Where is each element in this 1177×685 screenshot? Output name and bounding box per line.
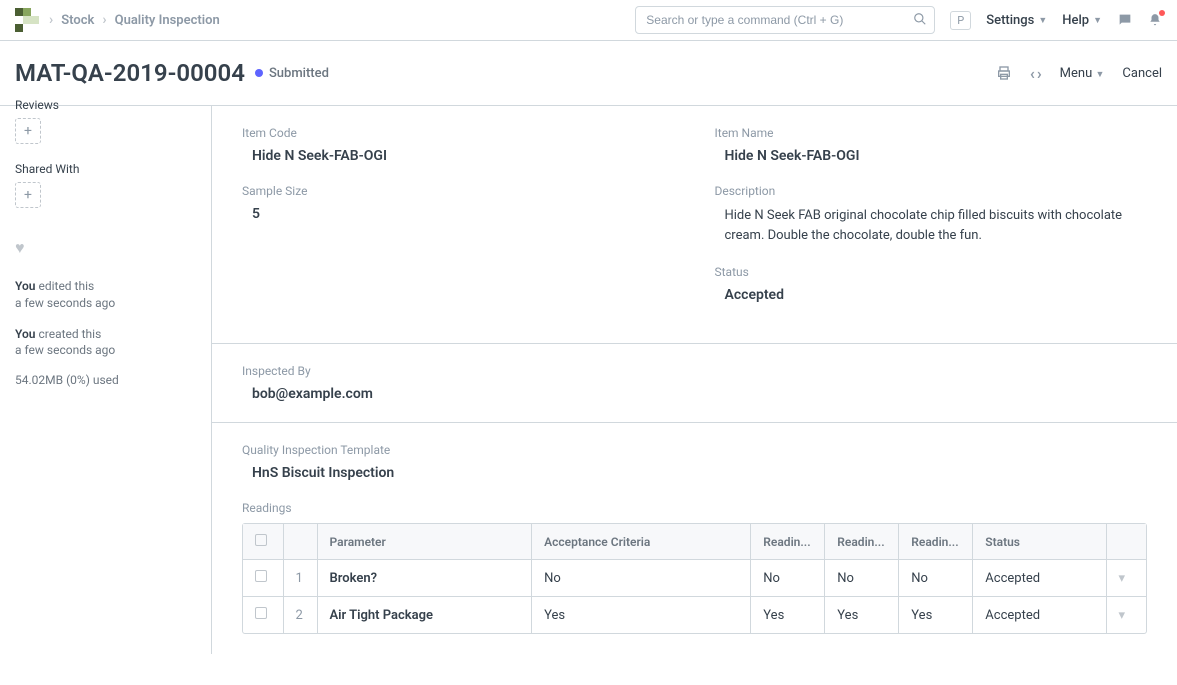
col-reading-1: Readin... [763,535,812,549]
inspected-by-value: bob@example.com [242,386,1147,402]
select-all-checkbox[interactable] [255,534,267,546]
description-label: Description [715,184,1148,198]
settings-menu[interactable]: Settings▼ [986,13,1047,28]
storage-usage: 54.02MB (0%) used [15,373,196,387]
row-checkbox[interactable] [255,607,267,619]
status-indicator-dot [255,69,263,77]
next-doc-icon[interactable]: › [1037,64,1042,83]
cancel-button[interactable]: Cancel [1122,66,1162,81]
cell-parameter: Broken? [317,560,532,597]
app-logo[interactable] [15,8,39,32]
col-parameter: Parameter [317,524,532,560]
row-menu-icon[interactable]: ▾ [1106,560,1146,597]
item-code-label: Item Code [242,126,675,140]
chevron-right-icon: › [102,12,106,28]
activity-entry: You edited this a few seconds ago [15,278,196,312]
menu-button[interactable]: Menu ▼ [1060,66,1105,81]
status-badge: Submitted [255,66,329,81]
reviews-label: Reviews [15,98,196,112]
inspected-by-label: Inspected By [242,364,1147,378]
cell-reading: Yes [751,597,825,634]
cell-reading: No [899,560,973,597]
col-reading-2: Readin... [837,535,886,549]
col-status: Status [973,524,1106,560]
template-label: Quality Inspection Template [242,443,1147,457]
add-share-button[interactable]: + [15,182,41,208]
caret-down-icon: ▼ [1096,70,1105,80]
keyboard-shortcut-badge[interactable]: P [950,11,971,30]
row-index: 1 [283,560,317,597]
status-field-label: Status [715,265,1148,279]
readings-label: Readings [242,501,1147,515]
item-name-value: Hide N Seek-FAB-OGI [715,148,1148,164]
row-checkbox[interactable] [255,570,267,582]
template-value: HnS Biscuit Inspection [242,465,1147,481]
cell-reading: Yes [899,597,973,634]
row-index: 2 [283,597,317,634]
cell-parameter: Air Tight Package [317,597,532,634]
search-input[interactable] [635,6,935,34]
breadcrumb: › Stock › Quality Inspection [49,12,220,28]
shared-with-label: Shared With [15,162,196,176]
page-title: MAT-QA-2019-00004 [15,59,245,87]
help-menu[interactable]: Help▼ [1062,13,1102,28]
sample-size-label: Sample Size [242,184,675,198]
prev-doc-icon[interactable]: ‹ [1030,64,1035,83]
cell-status: Accepted [973,560,1106,597]
chevron-right-icon: › [49,12,53,28]
notification-dot [1159,10,1165,16]
like-icon[interactable]: ♥ [15,238,196,258]
status-label: Submitted [269,66,329,81]
col-reading-3: Readin... [911,535,960,549]
add-review-button[interactable]: + [15,118,41,144]
table-row[interactable]: 2Air Tight PackageYesYesYesYesAccepted▾ [243,597,1146,634]
cell-status: Accepted [973,597,1106,634]
doc-nav: ‹ › [1030,64,1042,83]
description-value: Hide N Seek FAB original chocolate chip … [715,206,1148,245]
item-code-value: Hide N Seek-FAB-OGI [242,148,675,164]
caret-down-icon: ▼ [1093,15,1102,26]
cell-criteria: No [532,560,751,597]
readings-table: Parameter Acceptance Criteria Readin... … [243,524,1146,633]
table-row[interactable]: 1Broken?NoNoNoNoAccepted▾ [243,560,1146,597]
status-field-value: Accepted [715,287,1148,303]
caret-down-icon: ▼ [1038,15,1047,26]
cell-reading: Yes [825,597,899,634]
notifications-icon[interactable] [1148,12,1162,28]
breadcrumb-module[interactable]: Stock [61,13,94,28]
search-icon [913,12,927,26]
col-criteria: Acceptance Criteria [532,524,751,560]
row-menu-icon[interactable]: ▾ [1106,597,1146,634]
sample-size-value: 5 [242,206,675,222]
activity-entry: You created this a few seconds ago [15,326,196,360]
chat-icon[interactable] [1117,12,1133,28]
print-icon[interactable] [996,65,1012,81]
item-name-label: Item Name [715,126,1148,140]
breadcrumb-doctype[interactable]: Quality Inspection [115,13,220,28]
cell-reading: No [825,560,899,597]
cell-criteria: Yes [532,597,751,634]
cell-reading: No [751,560,825,597]
